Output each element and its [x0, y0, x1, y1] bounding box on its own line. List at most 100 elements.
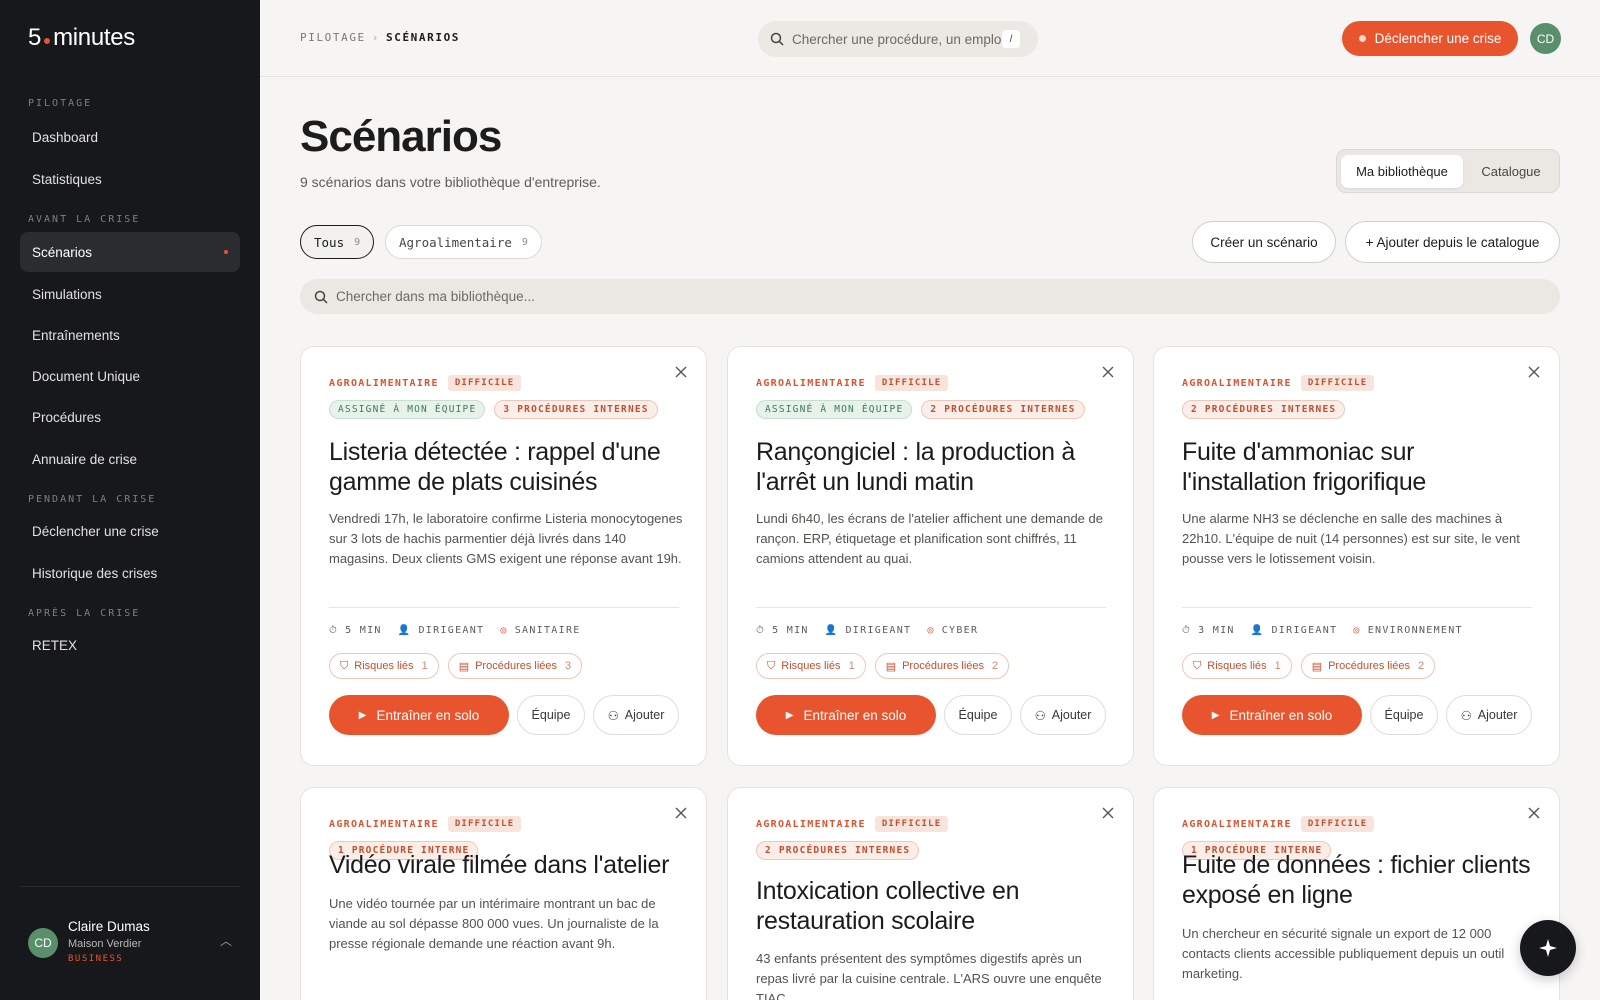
document-icon: ▤	[458, 660, 470, 673]
view-switcher: Ma bibliothèque Catalogue	[1336, 149, 1560, 193]
close-icon[interactable]	[1101, 806, 1115, 820]
sidebar-item-retex[interactable]: RETEX	[20, 625, 240, 665]
sidebar-item-scenarios[interactable]: Scénarios	[20, 232, 240, 272]
related-risks-link[interactable]: ⛉ Risques liés 1	[1182, 653, 1292, 679]
team-button[interactable]: Équipe	[1370, 695, 1438, 735]
scenario-card[interactable]: AGROALIMENTAIRE DIFFICILE 2 PROCÉDURES I…	[1153, 346, 1560, 766]
sector-tag: AGROALIMENTAIRE	[329, 377, 439, 389]
scenario-card[interactable]: AGROALIMENTAIRE DIFFICILE 1 PROCÉDURE IN…	[1153, 787, 1560, 1000]
scenario-meta: ⏱ 5 MIN 👤 DIRIGEANT ◎ CYBER	[756, 625, 979, 636]
close-icon[interactable]	[674, 365, 688, 379]
filter-chip-tous[interactable]: Tous 9	[300, 225, 375, 259]
brand-logo[interactable]: 5 minutes	[28, 24, 135, 52]
users-icon: ⚇	[1034, 708, 1046, 723]
breadcrumb-item-pilotage[interactable]: PILOTAGE	[300, 31, 366, 44]
global-search[interactable]: /	[758, 21, 1038, 57]
assistant-fab[interactable]	[1520, 920, 1576, 976]
scenario-title[interactable]: Rançongiciel : la production à l'arrêt u…	[756, 437, 1111, 497]
tab-ma-bibliotheque[interactable]: Ma bibliothèque	[1341, 155, 1463, 188]
scenario-description: Un chercheur en sécurité signale un expo…	[1182, 926, 1505, 981]
related-procedures-link[interactable]: ▤ Procédures liées 2	[874, 653, 1010, 679]
trigger-crisis-button[interactable]: Déclencher une crise	[1342, 21, 1518, 56]
sidebar-item-simulations[interactable]: Simulations	[20, 274, 240, 314]
topbar: PILOTAGE › SCÉNARIOS / Déclencher une cris…	[260, 0, 1600, 77]
target-icon: ◎	[1353, 625, 1361, 636]
sector-tag: AGROALIMENTAIRE	[1182, 818, 1292, 830]
train-solo-button[interactable]: ▶ Entraîner en solo	[756, 695, 936, 735]
user-menu[interactable]: CD Claire Dumas Maison Verdier BUSINESS …	[28, 918, 240, 974]
sidebar-item-declencher[interactable]: Déclencher une crise	[20, 511, 240, 551]
search-icon	[314, 290, 328, 304]
scenario-meta: ⏱ 5 MIN 👤 DIRIGEANT ◎ SANITAIRE	[329, 625, 581, 636]
document-icon: ▤	[1311, 660, 1323, 673]
train-solo-button[interactable]: ▶ Entraîner en solo	[329, 695, 509, 735]
sidebar-item-document-unique[interactable]: Document Unique	[20, 356, 240, 396]
assigned-badge: ASSIGNÉ À MON ÉQUIPE	[756, 400, 913, 419]
sidebar-item-entrainements[interactable]: Entraînements	[20, 315, 240, 355]
scenario-card[interactable]: AGROALIMENTAIRE DIFFICILE ASSIGNÉ À MON …	[727, 346, 1134, 766]
sidebar-item-procedures[interactable]: Procédures	[20, 397, 240, 437]
scenario-card[interactable]: AGROALIMENTAIRE DIFFICILE ASSIGNÉ À MON …	[300, 346, 707, 766]
clock-icon: ⏱	[329, 625, 339, 636]
team-button[interactable]: Équipe	[944, 695, 1012, 735]
library-search[interactable]	[300, 279, 1560, 314]
search-input[interactable]	[792, 31, 1002, 47]
difficulty-badge: DIFFICILE	[874, 816, 949, 832]
play-icon: ▶	[785, 709, 794, 721]
close-icon[interactable]	[1527, 365, 1541, 379]
scenario-description: Une alarme NH3 se déclenche en salle des…	[1182, 511, 1520, 566]
sidebar-item-annuaire[interactable]: Annuaire de crise	[20, 439, 240, 479]
scenario-title[interactable]: Vidéo virale filmée dans l'atelier	[329, 850, 684, 880]
scenario-title[interactable]: Fuite d'ammoniac sur l'installation frig…	[1182, 437, 1537, 497]
avatar[interactable]: CD	[1530, 23, 1561, 54]
page-subtitle: 9 scénarios dans votre bibliothèque d'en…	[300, 174, 601, 190]
team-button[interactable]: Équipe	[517, 695, 585, 735]
section-label-avant: AVANT LA CRISE	[28, 214, 141, 225]
tag-list: AGROALIMENTAIRE DIFFICILE ASSIGNÉ À MON …	[329, 375, 669, 419]
sidebar-item-dashboard[interactable]: Dashboard	[20, 117, 240, 157]
clock-icon: ⏱	[1182, 625, 1192, 636]
sidebar-divider	[20, 886, 240, 887]
section-label-pendant: PENDANT LA CRISE	[28, 494, 157, 505]
user-name: Claire Dumas	[68, 919, 150, 934]
create-scenario-button[interactable]: Créer un scénario	[1192, 221, 1336, 263]
sidebar-item-historique[interactable]: Historique des crises	[20, 553, 240, 593]
library-search-input[interactable]	[336, 289, 936, 304]
train-solo-button[interactable]: ▶ Entraîner en solo	[1182, 695, 1362, 735]
play-icon: ▶	[358, 709, 367, 721]
chevron-up-icon[interactable]: ︿	[220, 932, 232, 949]
add-button[interactable]: ⚇ Ajouter	[1020, 695, 1106, 735]
related-risks-link[interactable]: ⛉ Risques liés 1	[329, 653, 439, 679]
card-actions: ▶ Entraîner en solo Équipe ⚇ Ajouter	[1182, 695, 1532, 735]
add-from-catalog-button[interactable]: + Ajouter depuis le catalogue	[1345, 221, 1560, 263]
sector-tag: AGROALIMENTAIRE	[329, 818, 439, 830]
scenario-card[interactable]: AGROALIMENTAIRE DIFFICILE 1 PROCÉDURE IN…	[300, 787, 707, 1000]
scenario-description: Une vidéo tournée par un intérimaire mon…	[329, 896, 659, 951]
difficulty-badge: DIFFICILE	[447, 375, 522, 391]
shortcut-key: /	[1002, 30, 1020, 48]
related-risks-link[interactable]: ⛉ Risques liés 1	[756, 653, 866, 679]
sidebar-item-statistiques[interactable]: Statistiques	[20, 159, 240, 199]
close-icon[interactable]	[1101, 365, 1115, 379]
filter-chip-agroalimentaire[interactable]: Agroalimentaire 9	[385, 225, 542, 259]
sector-tag: AGROALIMENTAIRE	[756, 377, 866, 389]
add-button[interactable]: ⚇ Ajouter	[593, 695, 679, 735]
related-procedures-link[interactable]: ▤ Procédures liées 3	[447, 653, 583, 679]
related-procedures-link[interactable]: ▤ Procédures liées 2	[1300, 653, 1436, 679]
user-company: Maison Verdier	[68, 938, 142, 950]
scenario-title[interactable]: Listeria détectée : rappel d'une gamme d…	[329, 437, 684, 497]
breadcrumb: PILOTAGE › SCÉNARIOS	[300, 31, 460, 44]
scenario-title[interactable]: Fuite de données : fichier clients expos…	[1182, 850, 1537, 910]
card-actions: ▶ Entraîner en solo Équipe ⚇ Ajouter	[756, 695, 1106, 735]
scenario-card[interactable]: AGROALIMENTAIRE DIFFICILE 2 PROCÉDURES I…	[727, 787, 1134, 1000]
breadcrumb-item-current: SCÉNARIOS	[386, 31, 461, 44]
procedures-badge: 2 PROCÉDURES INTERNES	[756, 841, 920, 860]
difficulty-badge: DIFFICILE	[447, 816, 522, 832]
related-links: ⛉ Risques liés 1 ▤ Procédures liées 2	[756, 653, 1010, 679]
related-links: ⛉ Risques liés 1 ▤ Procédures liées 2	[1182, 653, 1436, 679]
user-plan-badge: BUSINESS	[68, 954, 124, 964]
add-button[interactable]: ⚇ Ajouter	[1446, 695, 1532, 735]
tag-list: AGROALIMENTAIRE DIFFICILE 2 PROCÉDURES I…	[756, 816, 1096, 860]
scenario-title[interactable]: Intoxication collective en restauration …	[756, 876, 1111, 936]
tab-catalogue[interactable]: Catalogue	[1467, 155, 1555, 188]
